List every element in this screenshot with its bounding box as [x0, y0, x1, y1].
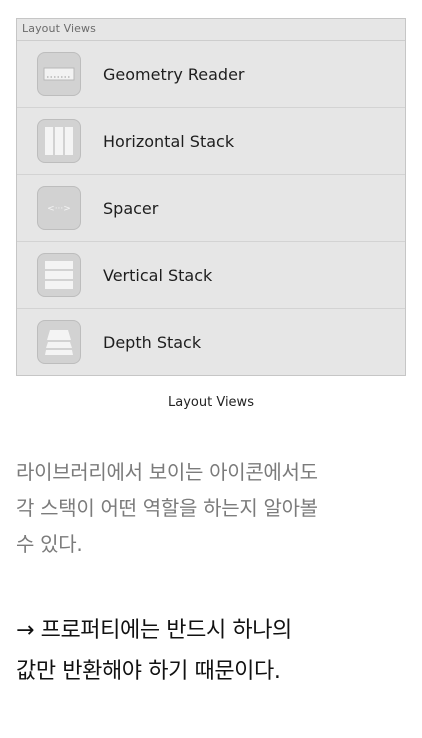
library-item-horizontal-stack[interactable]: Horizontal Stack	[17, 108, 405, 175]
spacer-icon: <···>	[37, 186, 81, 230]
library-item-label: Geometry Reader	[103, 65, 245, 84]
library-item-label: Depth Stack	[103, 333, 202, 352]
panel-header: Layout Views	[17, 19, 405, 41]
emphasis-line: 값만 반환해야 하기 때문이다.	[16, 659, 281, 684]
library-item-geometry-reader[interactable]: Geometry Reader	[17, 41, 405, 108]
layout-views-library-panel: Layout Views Geometry Reader Horizontal …	[16, 18, 406, 376]
svg-text:<···>: <···>	[47, 204, 71, 214]
library-item-vertical-stack[interactable]: Vertical Stack	[17, 242, 405, 309]
library-item-label: Horizontal Stack	[103, 132, 235, 151]
geometry-reader-icon	[37, 52, 81, 96]
library-item-label: Vertical Stack	[103, 266, 213, 285]
library-item-label: Spacer	[103, 199, 159, 218]
library-item-depth-stack[interactable]: Depth Stack	[17, 309, 405, 376]
library-list: Geometry Reader Horizontal Stack <···> S…	[17, 41, 405, 376]
library-item-spacer[interactable]: <···> Spacer	[17, 175, 405, 242]
vertical-stack-icon	[37, 253, 81, 297]
paragraph-line: 라이브러리에서 보이는 아이콘에서도	[16, 460, 318, 484]
body-paragraph: 라이브러리에서 보이는 아이콘에서도 각 스택이 어떤 역할을 하는지 알아볼 …	[16, 454, 412, 562]
paragraph-line: 각 스택이 어떤 역할을 하는지 알아볼	[16, 496, 318, 520]
depth-stack-icon	[37, 320, 81, 364]
emphasis-line: → 프로퍼티에는 반드시 하나의	[16, 618, 292, 643]
figure-caption: Layout Views	[168, 395, 254, 410]
horizontal-stack-icon	[37, 119, 81, 163]
emphasis-paragraph: → 프로퍼티에는 반드시 하나의 값만 반환해야 하기 때문이다.	[16, 610, 412, 692]
paragraph-line: 수 있다.	[16, 532, 83, 556]
